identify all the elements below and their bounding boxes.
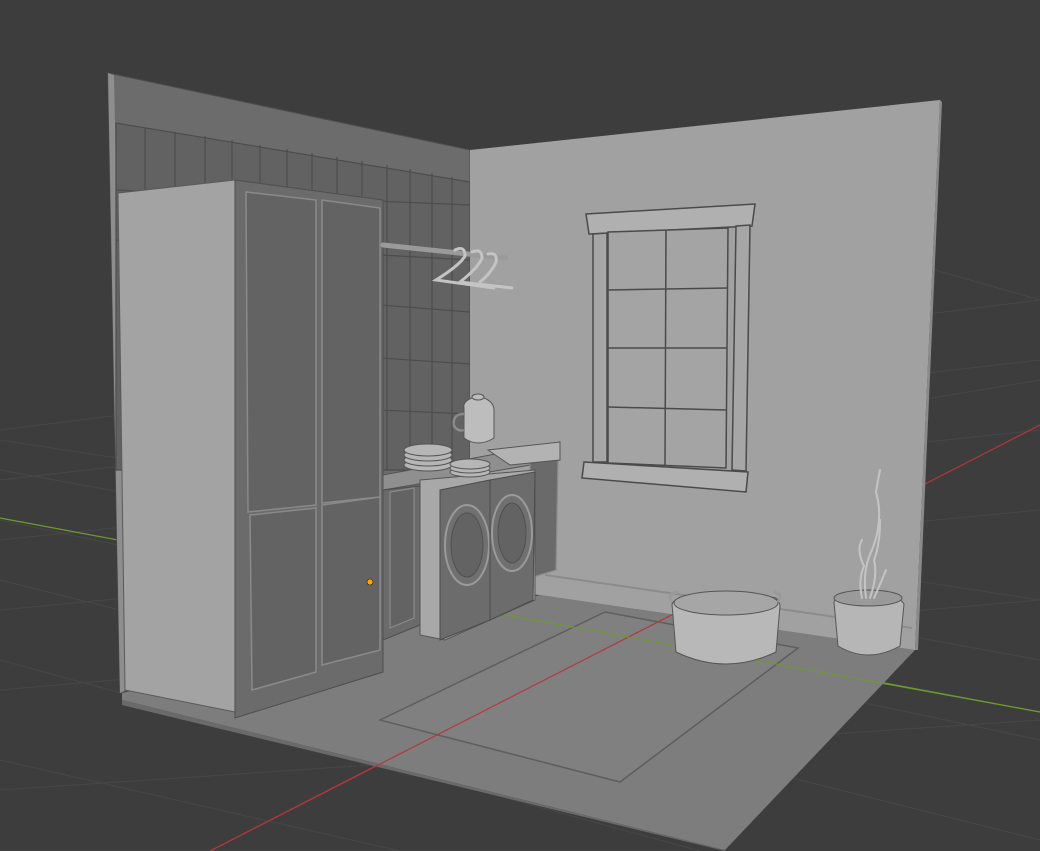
- origin-marker: [366, 578, 374, 586]
- tall-cabinet[interactable]: [117, 179, 384, 719]
- 3d-viewport[interactable]: [0, 0, 1040, 851]
- laundry-basket[interactable]: [668, 590, 782, 665]
- dryer[interactable]: [489, 471, 536, 621]
